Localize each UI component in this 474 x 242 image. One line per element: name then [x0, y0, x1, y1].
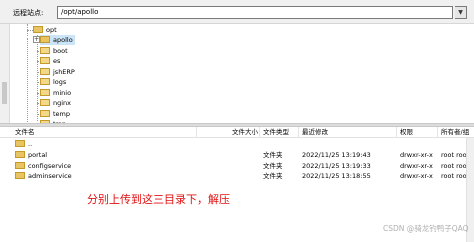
file-row-adminservice[interactable]: adminservice 文件夹 2022/11/25 13:18:55 drw… — [0, 171, 474, 181]
folder-icon — [33, 26, 43, 33]
folder-unknown-icon — [40, 68, 50, 75]
chevron-down-icon: ▼ — [458, 9, 463, 16]
tree-item-minio[interactable]: minio — [40, 88, 71, 98]
column-permissions[interactable]: 权限 — [400, 127, 413, 138]
column-owner[interactable]: 所有者/组 — [441, 127, 469, 138]
tree-item-temp[interactable]: temp — [40, 109, 70, 119]
file-list-header: 文件名 文件大小 文件类型 最近修改 权限 所有者/组 — [0, 127, 474, 138]
expand-apollo-button[interactable]: + — [33, 36, 40, 43]
folder-icon — [15, 151, 25, 158]
tree-item-opt[interactable]: opt — [33, 25, 57, 35]
tree-item-es[interactable]: es — [40, 56, 60, 66]
remote-site-label: 远程站点: — [13, 9, 44, 17]
tree-item-nginx[interactable]: nginx — [40, 98, 71, 108]
folder-icon — [40, 36, 50, 43]
folder-icon — [15, 140, 25, 147]
remote-path-input[interactable]: /opt/apollo — [57, 6, 453, 19]
folder-icon — [15, 162, 25, 169]
remote-site-bar: 远程站点: /opt/apollo ▼ — [0, 0, 474, 24]
folder-unknown-icon — [40, 57, 50, 64]
folder-icon — [15, 172, 25, 179]
tree-scrollbar-thumb[interactable] — [2, 82, 7, 104]
file-row-configservice[interactable]: configservice 文件夹 2022/11/25 13:19:33 dr… — [0, 161, 474, 171]
tree-scrollbar[interactable] — [0, 24, 10, 123]
column-filename[interactable]: 文件名 — [15, 127, 35, 138]
watermark-text: CSDN @骑龙钓鸭子QAQ — [383, 224, 469, 233]
tree-item-apollo[interactable]: apollo — [40, 35, 75, 45]
directory-tree[interactable]: opt + apollo boot es jshERP logs minio n… — [0, 24, 474, 132]
column-modified[interactable]: 最近修改 — [302, 127, 328, 138]
folder-unknown-icon — [40, 78, 50, 85]
file-row-portal[interactable]: portal 文件夹 2022/11/25 13:19:43 drwxr-xr-… — [0, 150, 474, 160]
column-filesize[interactable]: 文件大小 — [232, 127, 258, 138]
tree-item-boot[interactable]: boot — [40, 46, 68, 56]
annotation-text: 分别上传到这三目录下，解压 — [87, 193, 230, 206]
path-dropdown-button[interactable]: ▼ — [455, 6, 467, 19]
tree-item-jsherp[interactable]: jshERP — [40, 67, 75, 77]
folder-unknown-icon — [40, 47, 50, 54]
folder-unknown-icon — [40, 99, 50, 106]
tree-item-logs[interactable]: logs — [40, 77, 66, 87]
file-row-parent[interactable]: .. — [0, 139, 474, 149]
folder-unknown-icon — [40, 89, 50, 96]
folder-unknown-icon — [40, 110, 50, 117]
column-filetype[interactable]: 文件类型 — [263, 127, 289, 138]
